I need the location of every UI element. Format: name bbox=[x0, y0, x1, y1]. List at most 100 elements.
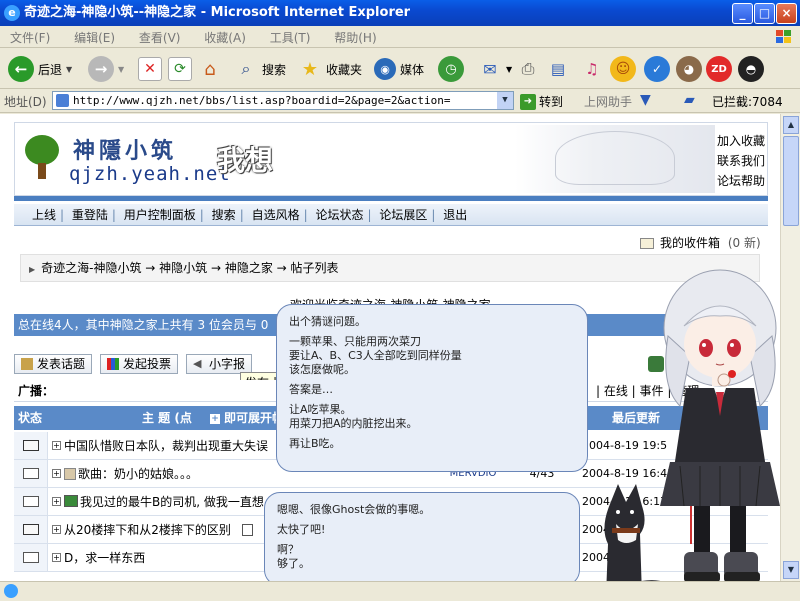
messenger-button[interactable]: ♫ bbox=[580, 54, 604, 84]
go-button[interactable]: ➜ 转到 bbox=[520, 93, 563, 110]
speaker-icon: ◀ bbox=[193, 357, 202, 370]
post-topic-button[interactable]: 发表话题 bbox=[14, 354, 93, 374]
nav-online[interactable]: 上线 bbox=[32, 208, 56, 222]
history-button[interactable]: ◷ bbox=[438, 54, 464, 84]
bubble-line: 让A吃苹果。 bbox=[289, 403, 352, 416]
hot-topic-icon bbox=[23, 440, 39, 451]
expand-icon[interactable]: + bbox=[52, 525, 61, 534]
contact-link[interactable]: 联系我们 bbox=[717, 151, 765, 171]
messenger-icon: ♫ bbox=[585, 60, 599, 78]
nav-search[interactable]: 搜索 bbox=[212, 208, 236, 222]
menu-file[interactable]: 文件(F) bbox=[0, 26, 60, 46]
shield-icon[interactable]: ▼ bbox=[640, 92, 651, 108]
nav-status[interactable]: 论坛状态 bbox=[315, 208, 363, 222]
menu-favorites[interactable]: 收藏(A) bbox=[194, 26, 256, 46]
favorites-button[interactable]: ★ 收藏夹 bbox=[298, 54, 362, 84]
smiley-button[interactable]: ☺ bbox=[610, 54, 636, 84]
nav-gallery[interactable]: 论坛展区 bbox=[379, 208, 427, 222]
nav-style[interactable]: 自选风格 bbox=[252, 208, 300, 222]
expand-icon[interactable]: + bbox=[52, 441, 61, 450]
window-title-bar: e 奇迹之海-神隐小筑--神隐之家 - Microsoft Internet E… bbox=[0, 0, 800, 26]
back-button[interactable]: ← 后退 ▼ bbox=[8, 54, 72, 84]
stop-icon: ✕ bbox=[138, 57, 162, 81]
image-tag-icon bbox=[64, 495, 78, 507]
header-sketch-image bbox=[515, 125, 715, 193]
animal-button[interactable]: ◕ bbox=[676, 54, 702, 84]
qq-button[interactable]: ◓ bbox=[738, 54, 764, 84]
zd-icon: ZD bbox=[706, 56, 732, 82]
site-logo-url: qjzh.yeah.net bbox=[69, 163, 231, 185]
bubble-line: 一颗苹果、只能用两次菜刀 bbox=[289, 335, 421, 348]
bubble-line: 要让A、B、C3人全部吃到同样份量 bbox=[289, 349, 462, 362]
site-logo-title: 神隱小筑 bbox=[73, 139, 178, 164]
minimize-button[interactable]: _ bbox=[732, 3, 753, 24]
search-icon: ⌕ bbox=[241, 59, 251, 78]
inbox-link[interactable]: 我的收件箱 (0 新) bbox=[640, 234, 761, 251]
pencil-icon bbox=[21, 358, 33, 370]
address-bar: 地址(D) http://www.qjzh.net/bbs/list.asp?b… bbox=[0, 89, 800, 113]
refresh-button[interactable]: ⟳ bbox=[168, 54, 192, 84]
bubble-line: 出个猜谜问题。 bbox=[289, 315, 366, 328]
copy-icon bbox=[242, 524, 253, 536]
bubble-line: 再让B吃。 bbox=[289, 437, 341, 450]
smiley-icon: ☺ bbox=[610, 56, 636, 82]
back-arrow-icon: ← bbox=[8, 56, 34, 82]
menu-edit[interactable]: 编辑(E) bbox=[64, 26, 125, 46]
col-status: 状态 bbox=[18, 411, 43, 425]
bubble-line: 嗯嗯、很像Ghost会做的事嗯。 bbox=[277, 503, 431, 516]
nav-user-panel[interactable]: 用户控制面板 bbox=[124, 208, 196, 222]
expand-icon[interactable]: + bbox=[52, 469, 61, 478]
topic-title[interactable]: 歌曲：奶小的姑娘。。。 bbox=[78, 460, 198, 488]
speech-bubble-reply: 嗯嗯、很像Ghost会做的事嗯。 太快了吧! 啊？ 够了。 bbox=[264, 492, 580, 586]
bubble-line: 用菜刀把A的内脏挖出来。 bbox=[289, 417, 418, 430]
chart-icon bbox=[107, 358, 120, 370]
speech-bubble-riddle: 出个猜谜问题。 一颗苹果、只能用两次菜刀 要让A、B、C3人全部吃到同样份量 该… bbox=[276, 304, 588, 472]
stop-button[interactable]: ✕ bbox=[138, 54, 162, 84]
add-favorite-link[interactable]: 加入收藏 bbox=[717, 131, 765, 151]
topic-title[interactable]: 从20楼摔下和从2楼摔下的区别 bbox=[64, 516, 231, 544]
topic-mail-icon bbox=[23, 552, 39, 563]
topic-title[interactable]: 中国队惜败日本队，裁判出现重大失误 bbox=[64, 432, 268, 460]
zd-button[interactable]: ZD bbox=[706, 54, 732, 84]
address-dropdown-icon[interactable]: ▼ bbox=[497, 92, 513, 109]
print-button[interactable]: ⎙ bbox=[516, 54, 540, 84]
header-divider bbox=[14, 196, 768, 201]
small-news-button[interactable]: ◀ 小字报 bbox=[186, 354, 253, 374]
expand-icon[interactable]: + bbox=[52, 497, 61, 506]
forward-button[interactable]: → ▼ bbox=[88, 54, 124, 84]
address-label: 地址(D) bbox=[4, 95, 47, 109]
nav-logout[interactable]: 退出 bbox=[443, 208, 467, 222]
animal-icon: ◕ bbox=[676, 56, 702, 82]
address-input[interactable]: http://www.qjzh.net/bbs/list.asp?boardid… bbox=[52, 91, 514, 110]
edit-button[interactable]: ▤ bbox=[546, 54, 570, 84]
popup-blocked-count[interactable]: 已拦截:7084 bbox=[712, 93, 783, 110]
chevron-down-icon: ▼ bbox=[66, 64, 73, 74]
scroll-thumb[interactable] bbox=[783, 136, 799, 226]
media-button[interactable]: ◉ 媒体 bbox=[374, 54, 424, 84]
menu-tools[interactable]: 工具(T) bbox=[260, 26, 321, 46]
start-vote-button[interactable]: 发起投票 bbox=[100, 354, 179, 374]
toolbar-extra-icon[interactable]: ▰ bbox=[684, 92, 695, 108]
scroll-up-icon[interactable]: ▲ bbox=[783, 116, 799, 134]
topic-title[interactable]: 我见过的最牛B的司机, 做我一直想 bbox=[80, 488, 264, 516]
home-button[interactable]: ⌂ bbox=[198, 54, 222, 84]
expand-icon[interactable]: + bbox=[52, 553, 61, 562]
status-bar bbox=[0, 581, 800, 600]
chevron-down-icon: ▼ bbox=[118, 64, 125, 74]
menu-help[interactable]: 帮助(H) bbox=[324, 26, 386, 46]
close-button[interactable]: × bbox=[776, 3, 797, 24]
expand-icon: + bbox=[210, 414, 220, 424]
col-expand: 即可展开帖 bbox=[224, 411, 285, 425]
helper-button[interactable]: 上网助手 bbox=[584, 93, 632, 110]
envelope-icon bbox=[640, 238, 654, 249]
forum-help-link[interactable]: 论坛帮助 bbox=[717, 171, 765, 191]
bird-button[interactable]: ✓ bbox=[644, 54, 670, 84]
maximize-button[interactable]: □ bbox=[754, 3, 775, 24]
printer-icon: ⎙ bbox=[521, 59, 535, 78]
search-button[interactable]: ⌕ 搜索 bbox=[234, 54, 287, 84]
topic-title[interactable]: D，求一样东西 bbox=[64, 544, 145, 572]
menu-view[interactable]: 查看(V) bbox=[129, 26, 191, 46]
mail-button[interactable]: ✉ ▼ bbox=[478, 54, 512, 84]
nav-relogin[interactable]: 重登陆 bbox=[72, 208, 108, 222]
bubble-line: 太快了吧! bbox=[277, 523, 326, 536]
